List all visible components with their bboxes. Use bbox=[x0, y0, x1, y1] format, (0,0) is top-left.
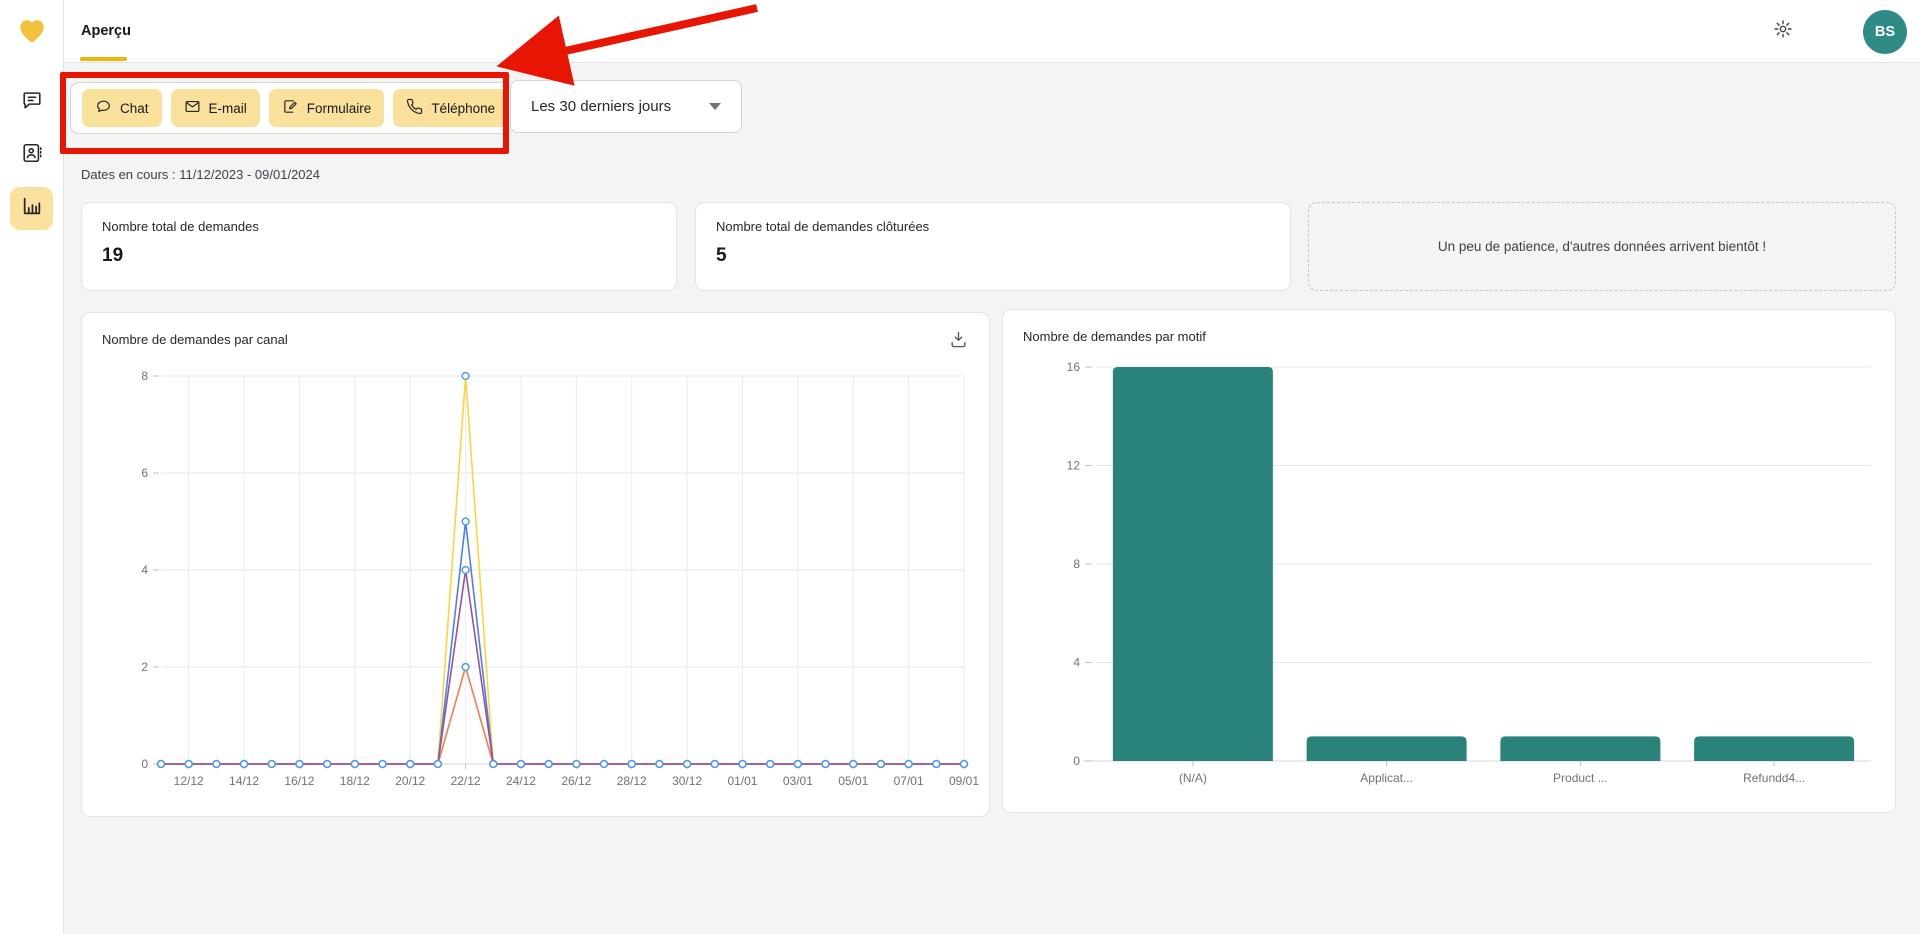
phone-icon bbox=[406, 98, 423, 118]
svg-text:6: 6 bbox=[141, 466, 148, 480]
download-button[interactable] bbox=[945, 329, 971, 355]
channel-filter-group: Chat E-mail Formulaire Téléphone bbox=[70, 82, 509, 134]
svg-text:03/01: 03/01 bbox=[783, 774, 813, 788]
svg-text:16: 16 bbox=[1067, 360, 1081, 374]
svg-text:12/12: 12/12 bbox=[174, 774, 204, 788]
download-icon bbox=[949, 330, 968, 354]
svg-text:Product ...: Product ... bbox=[1553, 771, 1608, 785]
svg-text:20/12: 20/12 bbox=[395, 774, 425, 788]
active-tab-underline bbox=[80, 57, 127, 61]
placeholder-card: Un peu de patience, d'autres données arr… bbox=[1308, 202, 1896, 291]
filter-button-chat[interactable]: Chat bbox=[82, 89, 162, 127]
svg-text:07/01: 07/01 bbox=[894, 774, 924, 788]
chevron-down-icon bbox=[709, 103, 721, 110]
form-icon bbox=[282, 98, 299, 118]
gear-icon bbox=[1773, 19, 1793, 44]
stat-card-total-demandes: Nombre total de demandes 19 bbox=[81, 202, 677, 291]
stat-card-demandes-cloturees: Nombre total de demandes clôturées 5 bbox=[695, 202, 1291, 291]
svg-text:0: 0 bbox=[1073, 754, 1080, 768]
settings-button[interactable] bbox=[1766, 14, 1800, 48]
chat-bubble-icon bbox=[21, 89, 43, 116]
sidebar-item-statistics[interactable] bbox=[10, 187, 53, 230]
sidebar-item-contacts[interactable] bbox=[10, 134, 53, 177]
svg-text:16/12: 16/12 bbox=[284, 774, 314, 788]
chat-icon bbox=[95, 98, 112, 118]
sidebar-item-conversations[interactable] bbox=[10, 81, 53, 124]
svg-text:28/12: 28/12 bbox=[617, 774, 647, 788]
tab-apercu[interactable]: Aperçu bbox=[81, 0, 131, 62]
app-window: Aperçu BS Chat E-mail Formulaire Télépho… bbox=[0, 0, 1920, 934]
svg-text:4: 4 bbox=[141, 563, 148, 577]
svg-text:2: 2 bbox=[141, 660, 148, 674]
header: Aperçu BS bbox=[63, 0, 1920, 63]
svg-text:Applicat...: Applicat... bbox=[1360, 771, 1413, 785]
bar-chart-plot: 0 4 8 12 16 (N/A) Applicat... Product ... Refund… bbox=[1003, 310, 1897, 814]
svg-text:4: 4 bbox=[1073, 656, 1080, 670]
svg-text:05/01: 05/01 bbox=[838, 774, 868, 788]
stat-label: Nombre total de demandes clôturées bbox=[716, 219, 929, 234]
sidebar bbox=[0, 0, 64, 934]
svg-text:26/12: 26/12 bbox=[561, 774, 591, 788]
svg-text:0: 0 bbox=[141, 757, 148, 771]
period-select[interactable]: Les 30 derniers jours bbox=[510, 80, 742, 133]
heart-logo-icon bbox=[12, 10, 52, 50]
svg-text:12: 12 bbox=[1067, 459, 1081, 473]
svg-text:30/12: 30/12 bbox=[672, 774, 702, 788]
stat-label: Nombre total de demandes bbox=[102, 219, 259, 234]
svg-text:8: 8 bbox=[1073, 557, 1080, 571]
address-book-icon bbox=[21, 142, 43, 169]
svg-text:8: 8 bbox=[141, 369, 148, 383]
svg-text:24/12: 24/12 bbox=[506, 774, 536, 788]
line-chart-plot: 0 2 4 6 8 12/12 14/12 16/12 18/12 20/12 22/12 24/12… bbox=[82, 313, 991, 818]
filter-button-email[interactable]: E-mail bbox=[171, 89, 260, 127]
stat-value: 19 bbox=[102, 245, 123, 267]
svg-text:Refundd4...: Refundd4... bbox=[1743, 771, 1805, 785]
bar-chart-title: Nombre de demandes par motif bbox=[1023, 329, 1206, 344]
svg-text:22/12: 22/12 bbox=[451, 774, 481, 788]
svg-text:14/12: 14/12 bbox=[229, 774, 259, 788]
period-select-value: Les 30 derniers jours bbox=[531, 98, 671, 115]
stat-value: 5 bbox=[716, 245, 727, 267]
date-range-label: Dates en cours : 11/12/2023 - 09/01/2024 bbox=[81, 167, 320, 182]
line-chart-card: Nombre de demandes par canal 0 2 4 6 8 12/12 1… bbox=[81, 312, 990, 817]
bar-chart-card: Nombre de demandes par motif 0 4 8 12 16 (N/A… bbox=[1002, 309, 1896, 813]
filter-button-formulaire[interactable]: Formulaire bbox=[269, 89, 385, 127]
svg-text:(N/A): (N/A) bbox=[1179, 771, 1207, 785]
envelope-icon bbox=[184, 98, 201, 118]
svg-text:18/12: 18/12 bbox=[340, 774, 370, 788]
svg-text:01/01: 01/01 bbox=[727, 774, 757, 788]
line-chart-title: Nombre de demandes par canal bbox=[102, 332, 288, 347]
filter-button-telephone[interactable]: Téléphone bbox=[393, 89, 508, 127]
bar-chart-icon bbox=[21, 195, 43, 222]
svg-text:09/01: 09/01 bbox=[949, 774, 979, 788]
avatar[interactable]: BS bbox=[1863, 10, 1907, 54]
placeholder-text: Un peu de patience, d'autres données arr… bbox=[1438, 239, 1766, 254]
